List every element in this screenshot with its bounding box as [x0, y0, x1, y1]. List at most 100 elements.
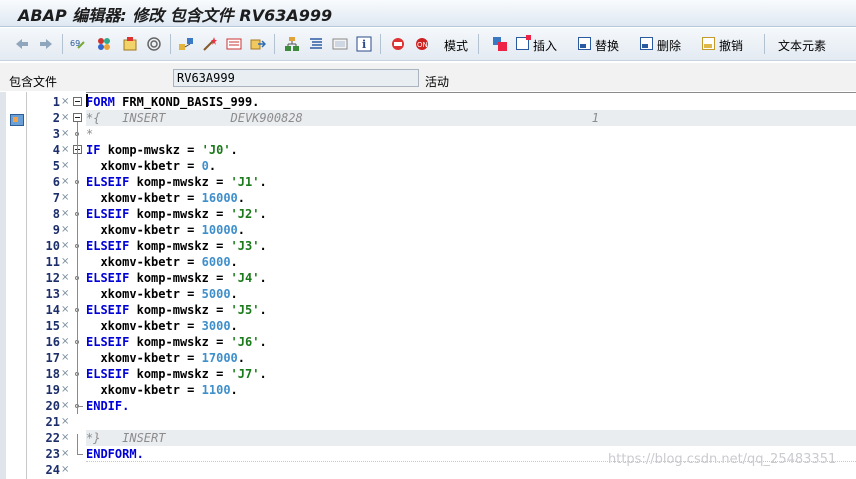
line-marker-icon[interactable]: ⨯ — [61, 433, 70, 443]
code-line[interactable]: 18 ⨯ ELSEIF komp-mwskz = 'J7'. — [0, 366, 856, 382]
line-marker-icon[interactable]: ⨯ — [61, 209, 70, 219]
code-text[interactable]: ELSEIF komp-mwskz = 'J6'. — [86, 334, 856, 350]
replace-button[interactable]: 替换 — [595, 37, 619, 54]
line-marker-icon[interactable]: ⨯ — [61, 417, 70, 427]
code-line[interactable]: 12 ⨯ ELSEIF komp-mwskz = 'J4'. — [0, 270, 856, 286]
include-header: 包含文件 RV63A999 活动 — [0, 63, 856, 91]
title-bar: ABAP 编辑器: 修改 包含文件 RV63A999 — [0, 0, 856, 27]
include-name-field[interactable]: RV63A999 — [173, 69, 419, 87]
code-line[interactable]: 6 ⨯ ELSEIF komp-mwskz = 'J1'. — [0, 174, 856, 190]
code-text[interactable]: xkomv-kbetr = 10000. — [86, 222, 856, 238]
code-line[interactable]: 1 ⨯ FORM FRM_KOND_BASIS_999. — [0, 94, 856, 110]
code-text[interactable]: ELSEIF komp-mwskz = 'J1'. — [86, 174, 856, 190]
code-text[interactable]: ELSEIF komp-mwskz = 'J7'. — [86, 366, 856, 382]
line-marker-icon[interactable]: ⨯ — [61, 337, 70, 347]
back-icon[interactable] — [14, 36, 30, 52]
code-line[interactable]: 14 ⨯ ELSEIF komp-mwskz = 'J5'. — [0, 302, 856, 318]
delete-button[interactable]: 删除 — [657, 37, 681, 54]
code-editor[interactable]: 1 ⨯ FORM FRM_KOND_BASIS_999. 2 ⨯ *{ INSERT DE… — [0, 92, 856, 479]
code-text[interactable]: xkomv-kbetr = 0. — [86, 158, 856, 174]
navigate-icon[interactable] — [250, 36, 266, 52]
code-line[interactable]: 17 ⨯ xkomv-kbetr = 17000. — [0, 350, 856, 366]
line-marker-icon[interactable]: ⨯ — [61, 465, 70, 475]
display-object-icon[interactable] — [226, 36, 242, 52]
code-line[interactable]: 2 ⨯ *{ INSERT DEVK900828 1 — [0, 110, 856, 126]
code-line[interactable]: 20 ⨯ ENDIF. — [0, 398, 856, 414]
line-marker-icon[interactable]: ⨯ — [61, 289, 70, 299]
pretty-printer-icon[interactable] — [308, 36, 324, 52]
line-marker-icon[interactable]: ⨯ — [61, 273, 70, 283]
code-text[interactable] — [86, 414, 856, 430]
code-text[interactable]: ELSEIF komp-mwskz = 'J4'. — [86, 270, 856, 286]
line-number: 22 — [45, 431, 60, 445]
line-marker-icon[interactable]: ⨯ — [61, 241, 70, 251]
info-icon[interactable]: i — [356, 36, 372, 52]
code-text[interactable]: *} INSERT — [86, 430, 856, 446]
code-line[interactable]: 3 ⨯ * — [0, 126, 856, 142]
line-marker-icon[interactable]: ⨯ — [61, 321, 70, 331]
code-text[interactable]: xkomv-kbetr = 5000. — [86, 286, 856, 302]
wand-icon[interactable] — [202, 36, 218, 52]
line-marker-icon[interactable]: ⨯ — [61, 385, 70, 395]
code-text[interactable]: xkomv-kbetr = 17000. — [86, 350, 856, 366]
line-marker-icon[interactable]: ⨯ — [61, 193, 70, 203]
line-marker-icon[interactable]: ⨯ — [61, 257, 70, 267]
code-text[interactable]: IF komp-mwskz = 'J0'. — [86, 142, 856, 158]
code-text[interactable]: ELSEIF komp-mwskz = 'J3'. — [86, 238, 856, 254]
line-marker-icon[interactable]: ⨯ — [61, 305, 70, 315]
insert-button[interactable]: 插入 — [533, 37, 557, 54]
undo-button[interactable]: 撤销 — [719, 37, 743, 54]
line-marker-icon[interactable]: ⨯ — [61, 129, 70, 139]
activate-icon[interactable] — [122, 36, 138, 52]
line-marker-icon[interactable]: ⨯ — [61, 449, 70, 459]
check-icon[interactable] — [146, 36, 162, 52]
code-text[interactable]: xkomv-kbetr = 3000. — [86, 318, 856, 334]
code-line[interactable]: 10 ⨯ ELSEIF komp-mwskz = 'J3'. — [0, 238, 856, 254]
forward-icon[interactable] — [38, 36, 54, 52]
line-marker-icon[interactable]: ⨯ — [61, 113, 70, 123]
line-marker-icon[interactable]: ⨯ — [61, 369, 70, 379]
code-text[interactable]: ELSEIF komp-mwskz = 'J5'. — [86, 302, 856, 318]
code-line[interactable]: 21 ⨯ — [0, 414, 856, 430]
code-text[interactable]: xkomv-kbetr = 1100. — [86, 382, 856, 398]
code-text[interactable]: xkomv-kbetr = 6000. — [86, 254, 856, 270]
code-text[interactable]: ELSEIF komp-mwskz = 'J2'. — [86, 206, 856, 222]
switch-enhancement-icon[interactable]: ON — [414, 36, 430, 52]
code-line[interactable]: 11 ⨯ xkomv-kbetr = 6000. — [0, 254, 856, 270]
code-line[interactable]: 9 ⨯ xkomv-kbetr = 10000. — [0, 222, 856, 238]
other-object-icon[interactable]: 69 — [70, 36, 86, 52]
mode-button[interactable]: 模式 — [444, 37, 468, 54]
code-line[interactable]: 22 ⨯ *} INSERT — [0, 430, 856, 446]
display-change-icon[interactable] — [96, 36, 112, 52]
hierarchy-icon[interactable] — [284, 36, 300, 52]
line-number: 5 — [52, 159, 60, 173]
line-marker-icon[interactable]: ⨯ — [61, 353, 70, 363]
collapse-block-icon[interactable] — [73, 113, 82, 122]
code-line[interactable]: 8 ⨯ ELSEIF komp-mwskz = 'J2'. — [0, 206, 856, 222]
code-line[interactable]: 15 ⨯ xkomv-kbetr = 3000. — [0, 318, 856, 334]
line-marker-icon[interactable]: ⨯ — [61, 97, 70, 107]
line-marker-icon[interactable]: ⨯ — [61, 177, 70, 187]
code-line[interactable]: 5 ⨯ xkomv-kbetr = 0. — [0, 158, 856, 174]
enhancement-icon[interactable] — [390, 36, 406, 52]
code-text[interactable]: *{ INSERT DEVK900828 1 — [86, 110, 856, 126]
code-line[interactable]: 7 ⨯ xkomv-kbetr = 16000. — [0, 190, 856, 206]
line-marker-icon[interactable]: ⨯ — [61, 145, 70, 155]
code-line[interactable]: 4 ⨯ IF komp-mwskz = 'J0'. — [0, 142, 856, 158]
line-number: 7 — [52, 191, 60, 205]
code-text[interactable]: ENDIF. — [86, 398, 856, 414]
pattern-icon[interactable] — [492, 36, 508, 52]
fullscreen-icon[interactable] — [332, 36, 348, 52]
code-text[interactable]: * — [86, 126, 856, 142]
code-text[interactable]: xkomv-kbetr = 16000. — [86, 190, 856, 206]
line-marker-icon[interactable]: ⨯ — [61, 161, 70, 171]
line-marker-icon[interactable]: ⨯ — [61, 225, 70, 235]
code-line[interactable]: 19 ⨯ xkomv-kbetr = 1100. — [0, 382, 856, 398]
code-line[interactable]: 13 ⨯ xkomv-kbetr = 5000. — [0, 286, 856, 302]
line-marker-icon[interactable]: ⨯ — [61, 401, 70, 411]
code-text[interactable]: FORM FRM_KOND_BASIS_999. — [86, 94, 856, 110]
where-used-icon[interactable] — [178, 36, 194, 52]
text-elements-button[interactable]: 文本元素 — [778, 37, 826, 54]
collapse-block-icon[interactable] — [73, 97, 82, 106]
code-line[interactable]: 16 ⨯ ELSEIF komp-mwskz = 'J6'. — [0, 334, 856, 350]
